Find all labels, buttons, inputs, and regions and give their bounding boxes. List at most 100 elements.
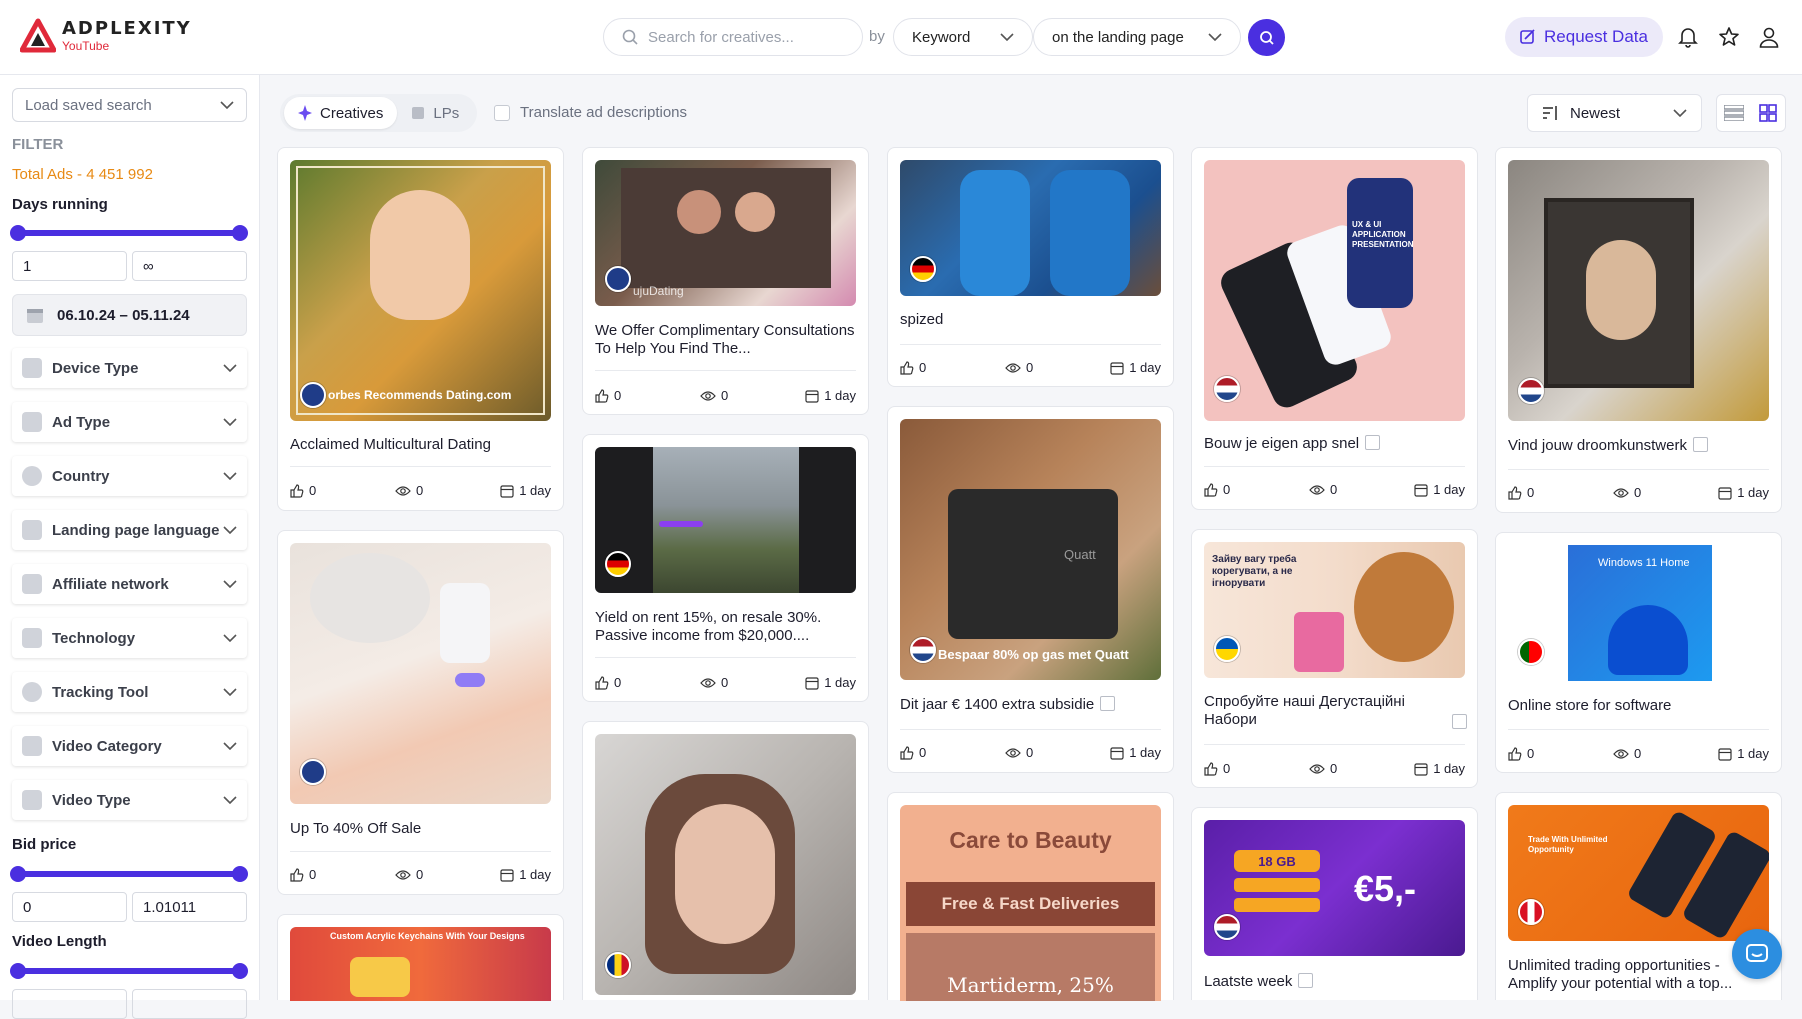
- translate-icon[interactable]: [1365, 435, 1381, 450]
- notifications-button[interactable]: [1675, 24, 1701, 50]
- ad-card[interactable]: ujuDating We Offer Complimentary Consult…: [582, 147, 869, 415]
- translate-icon[interactable]: [1298, 973, 1314, 988]
- age-value: 1 day: [1737, 746, 1769, 761]
- tab-lps[interactable]: LPs: [397, 97, 473, 129]
- ad-thumbnail[interactable]: Care to Beauty Free & Fast Deliveries Ma…: [900, 805, 1161, 1001]
- bid-max-input[interactable]: 1.01011: [132, 892, 247, 922]
- filter-ad-type[interactable]: Ad Type: [12, 402, 247, 442]
- filter-technology[interactable]: Technology: [12, 618, 247, 658]
- search-box[interactable]: [603, 18, 863, 56]
- ad-thumbnail[interactable]: Custom Acrylic Keychains With Your Desig…: [290, 927, 551, 1001]
- slider-min-handle[interactable]: [10, 963, 26, 979]
- profile-button[interactable]: [1756, 24, 1782, 50]
- ad-thumbnail[interactable]: 18 GB €5,-: [1204, 820, 1465, 956]
- length-max-input[interactable]: [132, 989, 247, 1019]
- translate-icon[interactable]: [1692, 437, 1708, 452]
- views-count: 0: [721, 388, 729, 403]
- translate-icon[interactable]: [1452, 714, 1467, 729]
- chat-button[interactable]: [1732, 929, 1782, 979]
- saved-search-select[interactable]: Load saved search: [12, 88, 247, 122]
- ad-title: Up To 40% Off Sale: [290, 820, 422, 837]
- grid-view-button[interactable]: [1751, 95, 1785, 131]
- ad-thumbnail[interactable]: [290, 543, 551, 804]
- filter-affiliate-network[interactable]: Affiliate network: [12, 564, 247, 604]
- chevron-down-icon: [1208, 33, 1222, 41]
- ad-card[interactable]: Зайву вагу треба корегувати, а не ігнору…: [1191, 529, 1478, 788]
- ad-thumbnail[interactable]: ujuDating: [595, 160, 856, 306]
- days-max-input[interactable]: ∞: [132, 251, 247, 281]
- ad-card[interactable]: spized 0 0 1 day: [887, 147, 1174, 387]
- search-input[interactable]: [648, 28, 838, 46]
- filter-video-category[interactable]: Video Category: [12, 726, 247, 766]
- ad-thumbnail[interactable]: Trade With Unlimited Opportunity: [1508, 805, 1769, 941]
- filter-video-type[interactable]: Video Type: [12, 780, 247, 820]
- favorites-button[interactable]: [1716, 24, 1742, 50]
- bid-min-input[interactable]: 0: [12, 892, 127, 922]
- eye-icon: [1005, 362, 1021, 373]
- request-data-button[interactable]: Request Data: [1505, 17, 1663, 57]
- search-where-select[interactable]: on the landing page: [1033, 18, 1241, 56]
- user-icon: [1759, 27, 1779, 48]
- ad-card[interactable]: UX & UI APPLICATION PRESENTATION Bouw je…: [1191, 147, 1478, 510]
- eye-icon: [1005, 747, 1021, 758]
- days-min-input[interactable]: 1: [12, 251, 127, 281]
- translate-icon[interactable]: [1100, 696, 1116, 711]
- ad-thumbnail[interactable]: Quatt Bespaar 80% op gas met Quatt: [900, 419, 1161, 680]
- search-icon: [622, 29, 638, 45]
- views-count: 0: [1330, 482, 1338, 497]
- length-min-input[interactable]: [12, 989, 127, 1019]
- video-length-slider[interactable]: [10, 963, 248, 979]
- ad-card[interactable]: orbes Recommends Dating.com Acclaimed Mu…: [277, 147, 564, 511]
- age-stat: 1 day: [805, 675, 856, 690]
- eye-icon: [700, 390, 716, 401]
- ad-card[interactable]: Custom Acrylic Keychains With Your Desig…: [277, 914, 564, 1001]
- ad-thumbnail[interactable]: orbes Recommends Dating.com: [290, 160, 551, 421]
- filter-country[interactable]: Country: [12, 456, 247, 496]
- slider-max-handle[interactable]: [232, 866, 248, 882]
- ad-thumbnail[interactable]: [595, 447, 856, 593]
- list-view-button[interactable]: [1717, 95, 1751, 131]
- ad-thumbnail[interactable]: UX & UI APPLICATION PRESENTATION: [1204, 160, 1465, 421]
- ad-thumbnail[interactable]: [1508, 160, 1769, 421]
- search-button[interactable]: [1248, 19, 1285, 56]
- app-logo[interactable]: ADPLEXITY YouTube: [20, 18, 192, 54]
- slider-min-handle[interactable]: [10, 225, 26, 241]
- ad-thumbnail[interactable]: Зайву вагу треба корегувати, а не ігнору…: [1204, 542, 1465, 678]
- filter-landing-language[interactable]: Landing page language: [12, 510, 247, 550]
- ad-stats: 0 0 1 day: [595, 388, 856, 404]
- ad-card[interactable]: Quatt Bespaar 80% op gas met Quatt Dit j…: [887, 406, 1174, 773]
- filter-tracking-tool[interactable]: Tracking Tool: [12, 672, 247, 712]
- thumb-caption: Custom Acrylic Keychains With Your Desig…: [330, 931, 525, 941]
- ad-card[interactable]: [582, 721, 869, 1000]
- slider-max-handle[interactable]: [232, 963, 248, 979]
- ad-card[interactable]: Care to Beauty Free & Fast Deliveries Ma…: [887, 792, 1174, 1001]
- ad-card[interactable]: Windows 11 Home Online store for softwar…: [1495, 532, 1782, 773]
- filter-device-type[interactable]: Device Type: [12, 348, 247, 388]
- search-by-select[interactable]: Keyword: [893, 18, 1033, 56]
- likes-count: 0: [309, 867, 317, 882]
- bid-price-slider[interactable]: [10, 866, 248, 882]
- date-range-picker[interactable]: 06.10.24 – 05.11.24: [12, 294, 247, 336]
- ad-card[interactable]: Up To 40% Off Sale 0 0 1 day: [277, 530, 564, 895]
- translate-toggle[interactable]: Translate ad descriptions: [494, 104, 687, 121]
- ad-thumbnail[interactable]: [595, 734, 856, 995]
- ad-thumbnail[interactable]: [900, 160, 1161, 296]
- translate-checkbox[interactable]: [494, 104, 510, 121]
- slider-min-handle[interactable]: [10, 866, 26, 882]
- ad-thumbnail[interactable]: Windows 11 Home: [1508, 545, 1769, 681]
- calendar-icon: [1414, 762, 1428, 776]
- tab-creatives[interactable]: Creatives: [284, 97, 398, 129]
- thumb-cat: [1354, 552, 1454, 662]
- ad-stats: 0 0 1 day: [290, 483, 551, 499]
- ad-stats: 0 0 1 day: [595, 675, 856, 691]
- ad-title-text: Laatste week: [1204, 973, 1293, 990]
- days-running-slider[interactable]: [10, 225, 248, 241]
- flag-nl-icon: [1214, 376, 1240, 402]
- filter-label: Technology: [52, 629, 136, 647]
- likes-stat: 0: [595, 388, 621, 403]
- sort-select[interactable]: Newest: [1527, 94, 1702, 132]
- slider-max-handle[interactable]: [232, 225, 248, 241]
- ad-card[interactable]: Vind jouw droomkunstwerk 0 0 1 day: [1495, 147, 1782, 513]
- ad-card[interactable]: 18 GB €5,- Laatste week: [1191, 807, 1478, 1000]
- ad-card[interactable]: Yield on rent 15%, on resale 30%. Passiv…: [582, 434, 869, 702]
